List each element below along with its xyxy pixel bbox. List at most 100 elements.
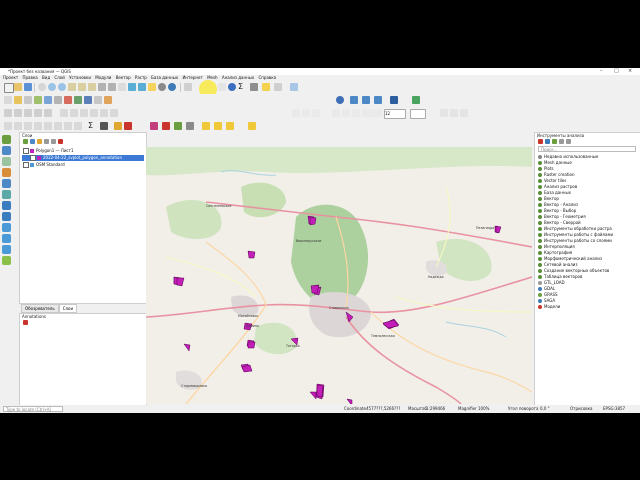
minimize-icon[interactable]: – — [600, 68, 603, 75]
copy-icon[interactable] — [80, 109, 88, 117]
statistics-icon[interactable]: Σ — [238, 83, 246, 91]
style-icon[interactable] — [23, 139, 28, 144]
add-vector-side-icon[interactable] — [2, 135, 11, 144]
models-icon[interactable] — [538, 139, 543, 144]
label-icon[interactable] — [292, 109, 300, 117]
add-mesh-side-icon[interactable] — [2, 157, 11, 166]
text-annotation-icon[interactable] — [290, 83, 298, 91]
data-source-manager-icon[interactable] — [4, 96, 12, 104]
add-part-icon[interactable] — [44, 122, 52, 130]
filter-icon[interactable] — [37, 139, 42, 144]
save-project-icon[interactable] — [24, 83, 32, 91]
label-show-icon[interactable] — [312, 109, 320, 117]
maximize-icon[interactable]: □ — [614, 68, 619, 75]
menu-settings[interactable]: Установки — [69, 75, 91, 80]
menu-view[interactable]: Вид — [42, 75, 50, 80]
layer-checkbox[interactable] — [30, 155, 36, 161]
new-project-icon[interactable] — [4, 83, 14, 93]
close-icon[interactable]: × — [628, 68, 632, 75]
new-map-view-icon[interactable] — [118, 83, 126, 91]
reverse-icon[interactable] — [162, 122, 170, 130]
magnifier-value[interactable]: 100% — [478, 405, 489, 413]
menu-vector[interactable]: Вектор — [116, 75, 131, 80]
menu-edit[interactable]: Правка — [22, 75, 37, 80]
add-group-icon[interactable] — [30, 139, 35, 144]
remove-layer-icon[interactable] — [58, 139, 63, 144]
add-wcs-side-icon[interactable] — [2, 234, 11, 243]
reshape-icon[interactable] — [124, 122, 132, 130]
layer-item[interactable]: Polygon1 — Лист1 — [22, 148, 144, 154]
map-tips-icon[interactable] — [374, 96, 382, 104]
toggle-edit-icon[interactable] — [14, 109, 22, 117]
zoom-full-icon[interactable] — [68, 83, 76, 91]
align-left-icon[interactable] — [440, 109, 448, 117]
add-vector-icon[interactable] — [34, 96, 42, 104]
menu-raster[interactable]: Растр — [135, 75, 147, 80]
select-icon[interactable] — [184, 83, 192, 91]
results-icon[interactable] — [552, 139, 557, 144]
unit-select[interactable] — [410, 109, 426, 119]
pan-icon[interactable] — [38, 83, 46, 91]
new-layer-icon[interactable] — [14, 96, 22, 104]
add-raster-icon[interactable] — [44, 96, 52, 104]
fill-ring-icon[interactable] — [54, 122, 62, 130]
temp-layer-icon[interactable] — [24, 96, 32, 104]
plugin-icon[interactable] — [412, 96, 420, 104]
history-icon[interactable] — [545, 139, 550, 144]
add-ring-icon[interactable] — [34, 122, 42, 130]
add-wms-icon[interactable] — [94, 96, 102, 104]
save-edits-icon[interactable] — [24, 109, 32, 117]
layer-item[interactable]: OSM Standard — [22, 162, 144, 168]
add-wfs-icon[interactable] — [104, 96, 112, 104]
select-feature-icon[interactable] — [202, 122, 210, 130]
add-arcgis-side-icon[interactable] — [2, 256, 11, 265]
delete-part-icon[interactable] — [74, 122, 82, 130]
undo-icon[interactable] — [100, 109, 108, 117]
select-value-icon[interactable] — [214, 122, 222, 130]
add-csv-icon[interactable] — [64, 96, 72, 104]
field-calculator-icon[interactable] — [248, 122, 256, 130]
delete-icon[interactable] — [60, 109, 68, 117]
measure-icon[interactable] — [250, 83, 258, 91]
snapping-icon[interactable] — [186, 122, 194, 130]
layer-item-selected[interactable]: 2022-04-22_svplot_polygon_annotation — [22, 155, 144, 161]
add-postgis-side-icon[interactable] — [2, 201, 11, 210]
menu-layer[interactable]: Слой — [54, 75, 64, 80]
add-wfs-side-icon[interactable] — [2, 245, 11, 254]
zoom-last-icon[interactable] — [98, 83, 106, 91]
add-postgis-icon[interactable] — [84, 96, 92, 104]
open-project-icon[interactable] — [14, 83, 22, 91]
trim-icon[interactable] — [174, 122, 182, 130]
menu-plugins[interactable]: Модули — [95, 75, 111, 80]
menu-database[interactable]: База данных — [151, 75, 178, 80]
tab-browser[interactable]: Обозреватель — [21, 304, 59, 313]
split-icon[interactable] — [100, 122, 108, 130]
add-feature-icon[interactable] — [34, 109, 42, 117]
font-select[interactable] — [362, 109, 382, 117]
python-console-icon[interactable] — [390, 96, 398, 104]
layer-order-icon[interactable] — [362, 96, 370, 104]
expand-icon[interactable] — [44, 139, 49, 144]
render-checkbox-label[interactable]: Отрисовка — [570, 405, 593, 413]
edit-features-icon[interactable] — [559, 139, 564, 144]
label-rotate-icon[interactable] — [342, 109, 350, 117]
zoom-out-icon[interactable] — [58, 83, 66, 91]
add-raster-side-icon[interactable] — [2, 146, 11, 155]
rotation-value[interactable]: 0,0 ° — [540, 405, 550, 413]
sum-icon[interactable]: Σ — [88, 122, 96, 130]
identify-icon[interactable] — [168, 83, 176, 91]
advanced-digitize-icon[interactable] — [4, 122, 12, 130]
zoom-selection-icon[interactable] — [88, 83, 96, 91]
map-canvas[interactable]: Ставрополь Михайловск Надежда Верхнерусс… — [146, 147, 532, 404]
add-spatialite-icon[interactable] — [74, 96, 82, 104]
simplify-icon[interactable] — [24, 122, 32, 130]
layer-checkbox[interactable] — [23, 148, 29, 154]
remove-annotation-icon[interactable] — [23, 320, 28, 325]
menu-processing[interactable]: Анализ данных — [222, 75, 254, 80]
menu-project[interactable]: Проект — [3, 75, 18, 80]
annotation-icon[interactable] — [262, 83, 270, 91]
layer-styling-icon[interactable] — [350, 96, 358, 104]
deselect-icon[interactable] — [226, 122, 234, 130]
zoom-in-icon[interactable] — [48, 83, 56, 91]
tab-layers[interactable]: Слои — [58, 304, 78, 313]
